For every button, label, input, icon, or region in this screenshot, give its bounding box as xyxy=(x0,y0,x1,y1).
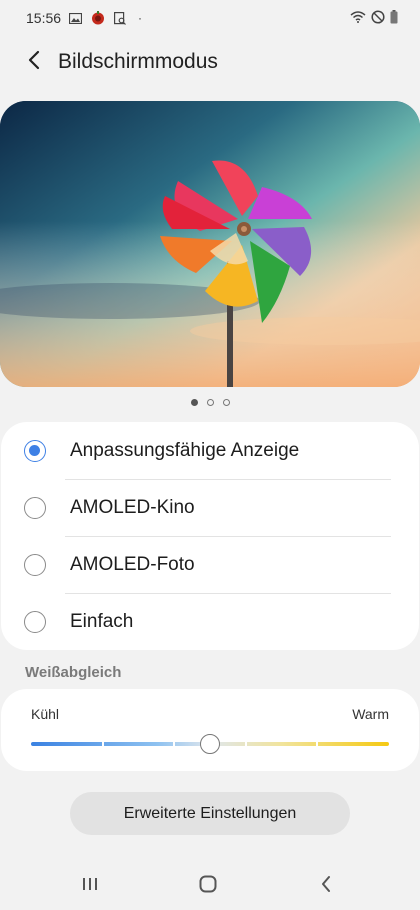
white-balance-card: Kühl Warm xyxy=(1,689,419,771)
preview-pager xyxy=(0,397,420,407)
screen-mode-options: Anpassungsfähige Anzeige AMOLED-Kino AMO… xyxy=(1,422,419,650)
radio-button[interactable] xyxy=(24,610,46,633)
slider-step-tick xyxy=(316,742,319,746)
slider-step-tick xyxy=(173,742,176,746)
app-header: Bildschirmmodus xyxy=(0,40,420,84)
radio-button[interactable] xyxy=(24,553,46,576)
pager-dot[interactable] xyxy=(190,398,198,406)
notification-dot: · xyxy=(138,11,143,25)
home-icon xyxy=(199,875,217,898)
wifi-icon xyxy=(350,10,366,26)
mode-option-label: AMOLED-Foto xyxy=(70,553,195,575)
home-button[interactable] xyxy=(188,874,228,898)
back-icon xyxy=(320,875,332,898)
back-button[interactable] xyxy=(12,40,56,84)
navigation-bar xyxy=(0,862,420,910)
mode-option-label: Einfach xyxy=(70,610,134,632)
recent-apps-button[interactable] xyxy=(70,874,110,898)
white-balance-slider-thumb[interactable] xyxy=(200,734,220,754)
mode-option-amoled-photo[interactable]: AMOLED-Foto xyxy=(1,536,419,593)
gallery-icon xyxy=(69,12,83,24)
mode-option-label: Anpassungsfähige Anzeige xyxy=(70,439,300,461)
status-time: 15:56 xyxy=(26,10,62,26)
cool-label: Kühl xyxy=(31,706,60,722)
preview-image[interactable] xyxy=(0,101,420,387)
page-title: Bildschirmmodus xyxy=(58,50,218,73)
screenshot-icon xyxy=(114,11,126,25)
recent-apps-icon xyxy=(81,876,99,897)
pager-dot[interactable] xyxy=(222,398,230,406)
do-not-disturb-icon xyxy=(371,9,385,27)
pinwheel-picture xyxy=(0,101,420,387)
warm-label: Warm xyxy=(352,706,389,722)
pager-dot[interactable] xyxy=(206,398,214,406)
slider-step-tick xyxy=(101,742,104,746)
app-notification-icon xyxy=(91,11,105,25)
radio-button-selected[interactable] xyxy=(24,439,46,462)
radio-button[interactable] xyxy=(24,496,46,519)
advanced-settings-button[interactable]: Erweiterte Einstellungen xyxy=(70,792,350,835)
mode-option-adaptive[interactable]: Anpassungsfähige Anzeige xyxy=(1,422,419,479)
mode-option-amoled-cinema[interactable]: AMOLED-Kino xyxy=(1,479,419,536)
battery-icon xyxy=(390,9,398,27)
mode-option-basic[interactable]: Einfach xyxy=(1,593,419,650)
back-arrow-icon xyxy=(27,50,41,75)
slider-step-tick xyxy=(244,742,247,746)
mode-option-label: AMOLED-Kino xyxy=(70,496,195,518)
white-balance-heading: Weißabgleich xyxy=(25,664,122,681)
nav-back-button[interactable] xyxy=(306,874,346,898)
status-bar: 15:56 · xyxy=(0,0,420,36)
